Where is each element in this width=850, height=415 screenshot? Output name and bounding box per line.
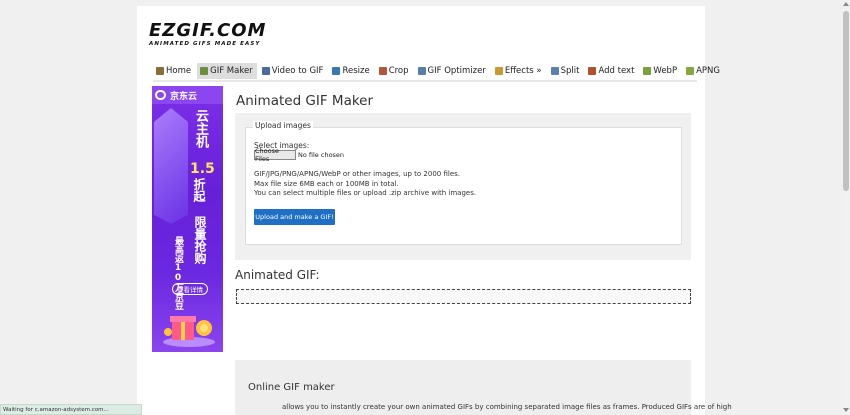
resize-icon	[332, 67, 341, 75]
ad-discount: 1.5	[190, 161, 215, 177]
nav-item-label: WebP	[653, 66, 678, 76]
ad-limited-text: 限量抢购	[193, 216, 207, 264]
ad-brand: 京东云	[170, 91, 198, 102]
scrollbar-thumb[interactable]	[843, 11, 849, 191]
split-icon	[550, 67, 559, 75]
browser-status-bar: Waiting for c.amazon-adsystem.com...	[0, 404, 142, 415]
nav-item-resize[interactable]: Resize	[329, 63, 373, 79]
nav-item-label: Crop	[388, 66, 409, 76]
nav-item-apng[interactable]: APNG	[683, 63, 724, 79]
nav-item-video-to-gif[interactable]: Video to GIF	[259, 63, 328, 79]
nav-item-crop[interactable]: Crop	[376, 63, 413, 79]
upload-legend: Upload images	[253, 121, 313, 130]
ad-header: 京东云	[152, 86, 223, 104]
nav-item-label: Add text	[598, 66, 635, 76]
ad-discount-suffix: 折起	[192, 178, 206, 202]
upload-info-line: You can select multiple files or upload …	[254, 189, 477, 197]
nav-item-label: Video to GIF	[271, 66, 324, 76]
file-status: No file chosen	[298, 151, 345, 159]
home-icon	[156, 67, 164, 75]
nav-item-label: Home	[166, 66, 192, 76]
nav-item-webp[interactable]: WebP	[640, 63, 681, 79]
nav-item-label: Resize	[342, 66, 370, 76]
ad-details-button[interactable]: 查看详情	[172, 283, 208, 295]
nav-item-label: GIF Optimizer	[427, 66, 486, 76]
nav-item-split[interactable]: Split	[548, 63, 584, 79]
gif-output-area	[236, 289, 691, 304]
video-icon	[261, 67, 270, 75]
scroll-up-arrow-icon[interactable]	[843, 2, 849, 6]
ad-bonus-text: 最高返10万京豆	[173, 236, 183, 310]
effects-icon	[494, 67, 503, 75]
webp-icon	[643, 67, 652, 75]
choose-files-button[interactable]: Choose Files	[254, 147, 296, 163]
gift-icon	[163, 316, 215, 347]
ad-cube-graphic	[154, 108, 188, 224]
upload-submit-button[interactable]: Upload and make a GIF!	[254, 209, 335, 225]
add-text-icon	[588, 67, 597, 75]
ezgif-logo[interactable]: EZGIF.COM ANIMATED GIFS MADE EASY	[149, 20, 267, 48]
ad-headline: 云主机	[193, 109, 208, 148]
logo-text: EZGIF.COM	[149, 20, 267, 41]
page-title: Animated GIF Maker	[236, 93, 374, 109]
online-gif-maker-description: allows you to instantly create your own …	[282, 403, 732, 411]
animated-gif-heading: Animated GIF:	[235, 268, 320, 282]
nav-item-label: APNG	[696, 66, 720, 76]
nav-item-label: GIF Maker	[210, 66, 253, 76]
upload-info-line: GIF/JPG/PNG/APNG/WebP or other images, u…	[254, 170, 461, 178]
nav-item-home[interactable]: Home	[153, 63, 195, 79]
nav-item-add-text[interactable]: Add text	[585, 63, 638, 79]
upload-info-line: Max file size 6MB each or 100MB in total…	[254, 179, 399, 188]
nav-item-label: Effects »	[504, 66, 542, 76]
online-gif-maker-heading: Online GIF maker	[248, 382, 335, 393]
apng-icon	[686, 67, 695, 75]
advertisement-banner[interactable]: 京东云 云主机 1.5 折起 最高返10万京豆 限量抢购 查看详情	[152, 86, 223, 352]
gif-maker-icon	[200, 67, 209, 75]
optimizer-icon	[417, 67, 426, 75]
crop-icon	[378, 67, 387, 75]
page-container: EZGIF.COM ANIMATED GIFS MADE EASY Home GI…	[137, 6, 732, 415]
nav-item-effects[interactable]: Effects »	[492, 63, 546, 79]
scroll-down-arrow-icon[interactable]	[843, 408, 849, 412]
nav-item-gif-optimizer[interactable]: GIF Optimizer	[415, 63, 490, 79]
nav-item-gif-maker[interactable]: GIF Maker	[197, 63, 257, 79]
upload-info: GIF/JPG/PNG/APNG/WebP or other images, u…	[254, 170, 476, 199]
jdcloud-logo-icon	[155, 90, 166, 100]
nav-item-label: Split	[560, 66, 580, 76]
logo-tagline: ANIMATED GIFS MADE EASY	[149, 41, 261, 47]
main-nav: Home GIF Maker Video to GIF Resize Crop GIF O…	[153, 62, 720, 82]
